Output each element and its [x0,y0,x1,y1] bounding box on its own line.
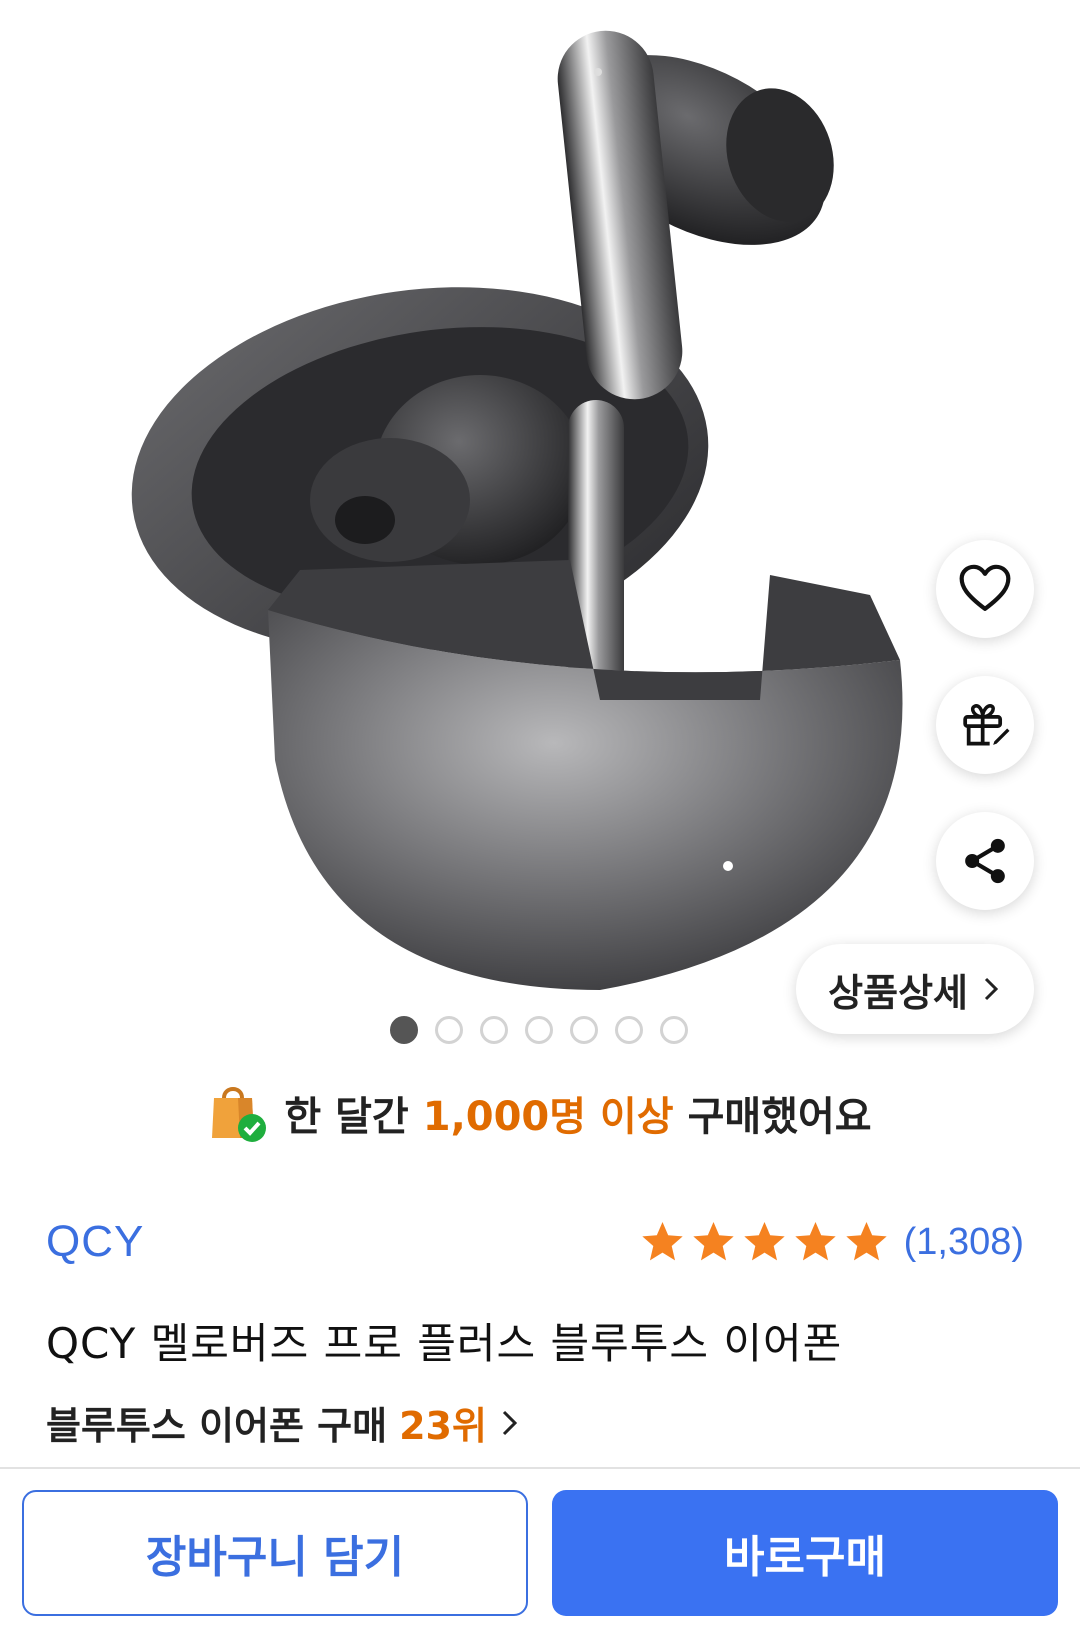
wishlist-button[interactable] [936,540,1034,638]
gift-button[interactable] [936,676,1034,774]
brand-rating-row: QCY (1,308) [46,1212,1024,1272]
product-title: QCY 멜로버즈 프로 플러스 블루투스 이어폰 [46,1319,843,1368]
add-to-cart-button[interactable]: 장바구니 담기 [22,1490,528,1616]
share-icon [965,838,1005,884]
ranking-rank: 23위 [399,1404,487,1448]
star-icon [641,1221,683,1260]
carousel-dot[interactable] [570,1016,598,1044]
carousel-dot[interactable] [660,1016,688,1044]
divider [0,1467,1080,1469]
chevron-right-icon [502,1410,518,1435]
star-icon [845,1221,887,1260]
purchase-suffix: 구매했어요 [687,1094,872,1140]
ranking-link[interactable]: 블루투스 이어폰 구매 23위 [46,1395,521,1450]
star-icon [743,1221,785,1260]
product-image [131,30,903,990]
review-count: (1,308) [903,1220,1024,1263]
buy-now-button[interactable]: 바로구매 [552,1490,1058,1616]
carousel-dot[interactable] [480,1016,508,1044]
gift-icon [963,704,1010,746]
carousel-dot[interactable] [390,1016,418,1044]
star-icon [692,1221,734,1260]
brand-link[interactable]: QCY [46,1217,144,1267]
shopping-bag-check-icon [212,1087,267,1142]
product-page: 상품상세 한 달간 1,000명 이상 구매했어요 QCY (1,308) QC… [0,0,1080,1639]
carousel-indicator [390,1016,688,1044]
chevron-right-icon [984,977,999,1001]
purchase-badge: 한 달간 1,000명 이상 구매했어요 [0,1080,1080,1146]
carousel-dot[interactable] [525,1016,553,1044]
purchase-count: 1,000명 이상 [422,1094,674,1140]
share-button[interactable] [936,812,1034,910]
product-detail-label: 상품상세 [828,970,968,1015]
product-detail-button[interactable]: 상품상세 [796,944,1034,1034]
star-icon [794,1221,836,1260]
carousel-dot[interactable] [615,1016,643,1044]
product-image-carousel[interactable]: 상품상세 [0,0,1080,1060]
heart-icon [959,564,1011,611]
carousel-dot[interactable] [435,1016,463,1044]
purchase-prefix: 한 달간 [284,1094,409,1140]
ranking-category: 블루투스 이어폰 구매 [46,1404,388,1448]
rating[interactable]: (1,308) [639,1219,1024,1266]
